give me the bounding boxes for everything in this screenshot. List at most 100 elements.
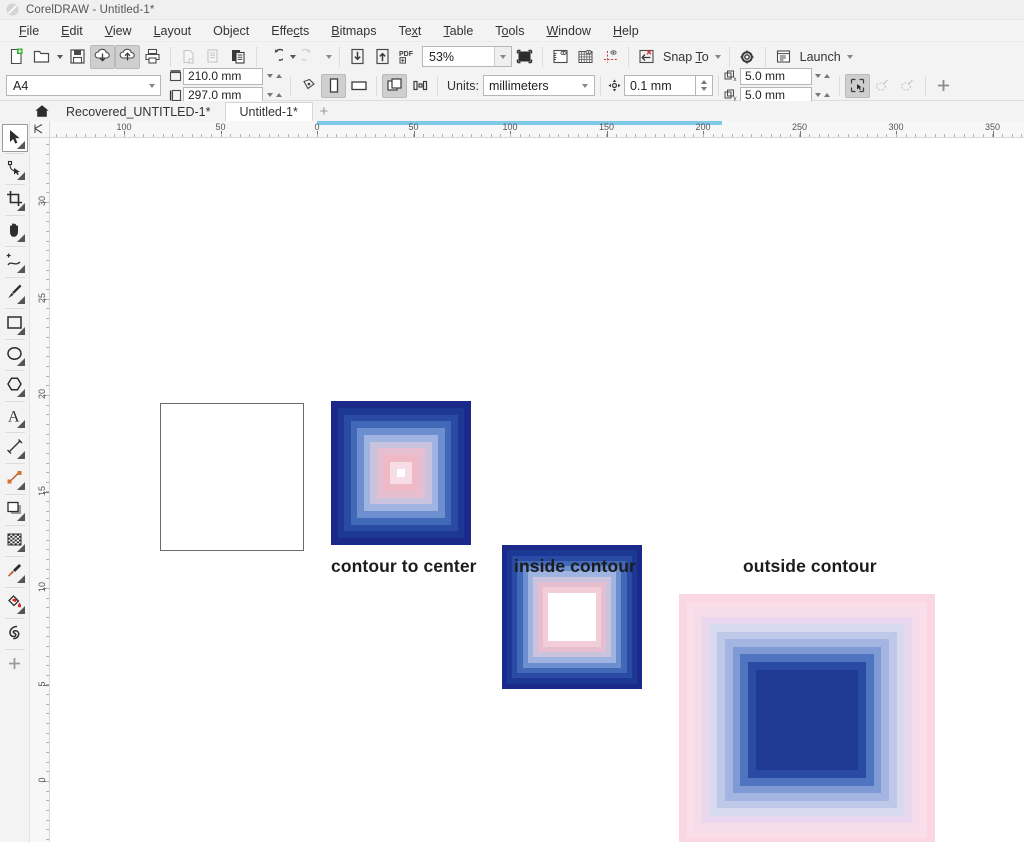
pick-tool[interactable] xyxy=(2,124,28,152)
print-button[interactable] xyxy=(140,45,165,69)
text-tool[interactable]: A xyxy=(2,403,28,431)
ruler-tick-minor xyxy=(423,134,424,137)
page-settings-button[interactable] xyxy=(296,74,321,98)
wireframe-off-button[interactable] xyxy=(870,74,895,98)
portrait-orientation-button[interactable] xyxy=(321,74,346,98)
import-button[interactable] xyxy=(90,45,115,69)
show-rulers-button[interactable] xyxy=(548,45,573,69)
menu-text[interactable]: Text xyxy=(387,22,432,40)
smart-fill-tool[interactable] xyxy=(2,620,28,648)
menu-view[interactable]: View xyxy=(94,22,143,40)
add-property-button[interactable] xyxy=(931,74,956,98)
ruler-tick-minor xyxy=(46,241,49,242)
drawing-canvas[interactable]: contour to center inside contour outside… xyxy=(50,138,1024,842)
menu-effects[interactable]: Effects xyxy=(260,22,320,40)
duplicate-distance-group: x 5.0 mm y 5.0 mm xyxy=(724,68,834,104)
current-page-only-button[interactable] xyxy=(407,74,432,98)
menu-object[interactable]: Object xyxy=(202,22,260,40)
page-size-value: A4 xyxy=(7,79,143,93)
duplicate-x-field[interactable]: 5.0 mm xyxy=(740,68,812,85)
interactive-fill-tool[interactable] xyxy=(2,589,28,617)
export-file-button[interactable] xyxy=(370,45,395,69)
launch-label[interactable]: Launch xyxy=(796,50,845,64)
page-width-field[interactable]: 210.0 mm xyxy=(183,68,263,85)
shape-tool[interactable] xyxy=(2,155,28,183)
new-document-tab-button[interactable]: + xyxy=(313,102,335,121)
show-guidelines-button[interactable] xyxy=(598,45,623,69)
ruler-tick-minor xyxy=(558,134,559,137)
outside-contour-sample[interactable] xyxy=(679,594,935,842)
dimension-tool[interactable] xyxy=(2,434,28,462)
pan-tool[interactable] xyxy=(2,217,28,245)
launch-button[interactable] xyxy=(771,45,796,69)
menu-bitmaps[interactable]: Bitmaps xyxy=(320,22,387,40)
duplicate-x-spinner[interactable] xyxy=(812,68,834,85)
ruler-tick-minor xyxy=(46,617,49,618)
menu-layout[interactable]: Layout xyxy=(143,22,203,40)
ruler-tick-minor xyxy=(46,781,49,782)
new-document-button[interactable] xyxy=(4,45,29,69)
menu-tools[interactable]: Tools xyxy=(484,22,535,40)
publish-pdf-button[interactable]: PDF xyxy=(395,45,420,69)
horizontal-ruler[interactable]: 10050050100150200250300350 xyxy=(50,121,1024,138)
page-width-spinner[interactable] xyxy=(263,68,285,85)
polygon-tool[interactable] xyxy=(2,372,28,400)
zoom-levels-combo[interactable]: 53% xyxy=(422,46,512,67)
ruler-tick-minor xyxy=(46,800,49,801)
units-combo[interactable]: millimeters xyxy=(483,75,595,96)
ellipse-tool[interactable] xyxy=(2,341,28,369)
document-tab-untitled[interactable]: Untitled-1* xyxy=(225,102,313,121)
plain-square[interactable] xyxy=(160,403,304,551)
color-eyedropper-tool[interactable] xyxy=(2,558,28,586)
launch-dropdown[interactable] xyxy=(845,46,856,68)
home-icon[interactable] xyxy=(34,104,50,118)
undo-button[interactable] xyxy=(262,45,287,69)
import-file-button[interactable] xyxy=(345,45,370,69)
export-button[interactable] xyxy=(115,45,140,69)
full-screen-preview-button[interactable] xyxy=(512,45,537,69)
wireframe-on-button[interactable] xyxy=(895,74,920,98)
vertical-ruler[interactable]: 302520151050 xyxy=(30,138,50,842)
all-pages-button[interactable] xyxy=(382,74,407,98)
snap-to-dropdown[interactable] xyxy=(713,46,724,68)
paste-button[interactable] xyxy=(226,45,251,69)
redo-history-dropdown[interactable] xyxy=(323,46,334,68)
page-size-combo[interactable]: A4 xyxy=(6,75,161,96)
document-tab-recovered[interactable]: Recovered_UNTITLED-1* xyxy=(52,102,225,121)
drop-shadow-tool[interactable] xyxy=(2,496,28,524)
artistic-media-tool[interactable] xyxy=(2,279,28,307)
add-tool-button[interactable] xyxy=(2,651,28,679)
landscape-orientation-button[interactable] xyxy=(346,74,371,98)
show-grid-button[interactable] xyxy=(573,45,598,69)
zoom-dropdown-arrow[interactable] xyxy=(494,47,511,66)
menu-edit[interactable]: Edit xyxy=(50,22,94,40)
units-dropdown-arrow[interactable] xyxy=(577,84,594,88)
options-button[interactable] xyxy=(735,45,760,69)
rectangle-tool[interactable] xyxy=(2,310,28,338)
redo-button[interactable] xyxy=(298,45,323,69)
nudge-spinner[interactable] xyxy=(696,75,713,96)
save-document-button[interactable] xyxy=(65,45,90,69)
open-recent-dropdown[interactable] xyxy=(54,46,65,68)
ruler-origin-icon[interactable] xyxy=(30,121,50,138)
snap-off-button[interactable] xyxy=(634,45,659,69)
cut-button[interactable] xyxy=(176,45,201,69)
contour-to-center-sample[interactable] xyxy=(331,401,471,545)
ruler-tick-minor xyxy=(46,810,49,811)
transparency-tool[interactable] xyxy=(2,527,28,555)
snap-to-label[interactable]: Snap To xyxy=(659,50,713,64)
copy-button[interactable] xyxy=(201,45,226,69)
crop-tool[interactable] xyxy=(2,186,28,214)
page-size-dropdown-arrow[interactable] xyxy=(143,76,160,95)
nudge-distance-field[interactable]: 0.1 mm xyxy=(624,75,696,96)
open-document-button[interactable] xyxy=(29,45,54,69)
menu-window[interactable]: Window xyxy=(535,22,601,40)
treat-as-filled-button[interactable] xyxy=(845,74,870,98)
menu-help[interactable]: Help xyxy=(602,22,650,40)
menu-file[interactable]: File xyxy=(8,22,50,40)
undo-history-dropdown[interactable] xyxy=(287,46,298,68)
menu-table[interactable]: Table xyxy=(432,22,484,40)
connector-tool[interactable] xyxy=(2,465,28,493)
toolbox-separator xyxy=(5,649,25,650)
freehand-tool[interactable] xyxy=(2,248,28,276)
